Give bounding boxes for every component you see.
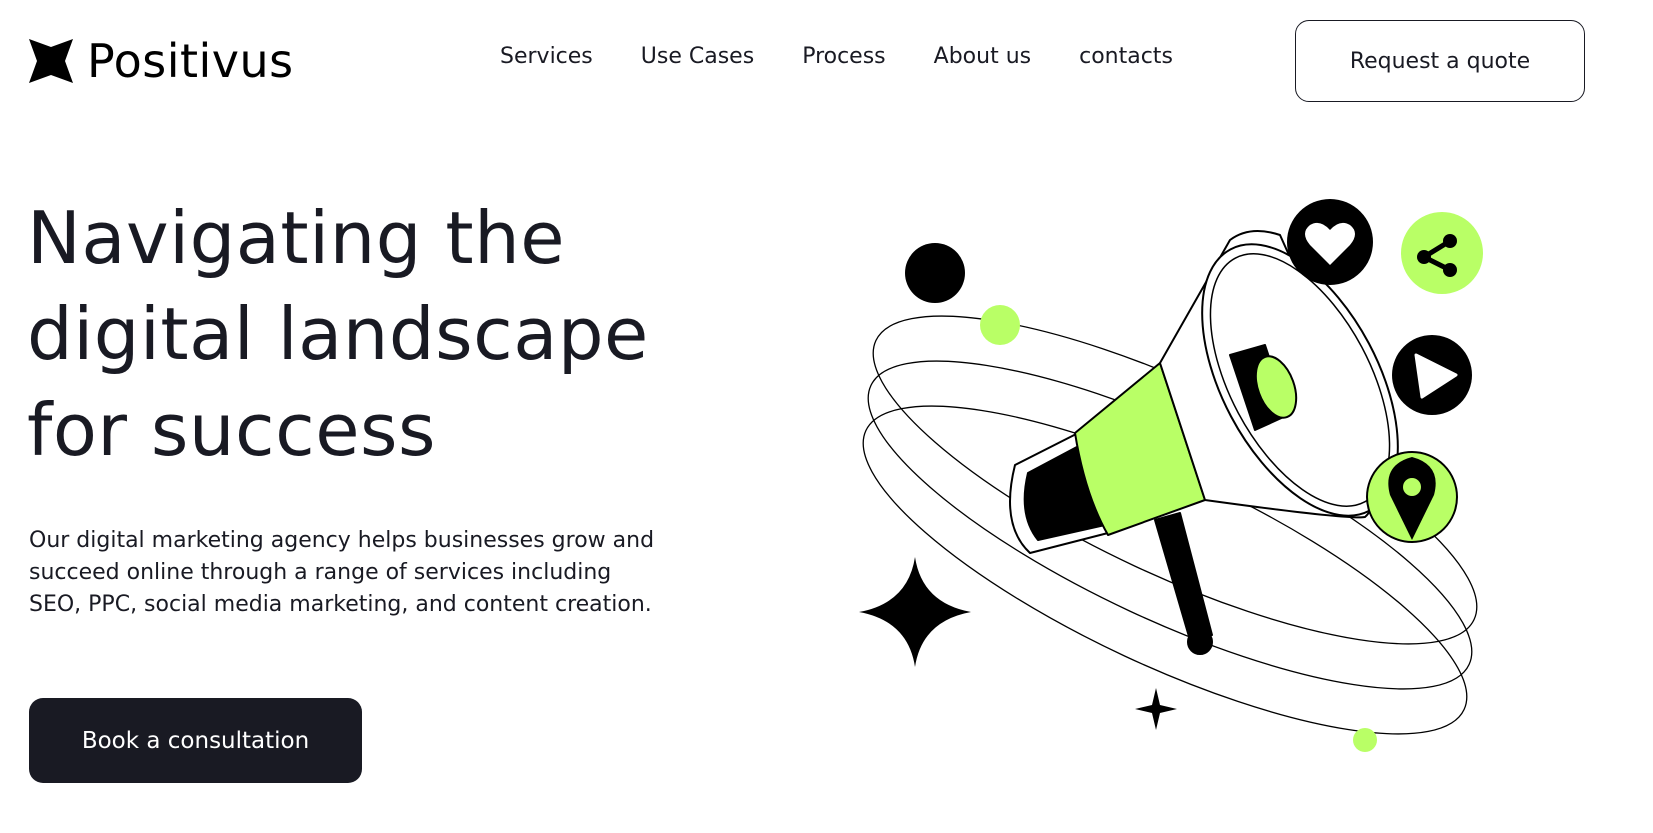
logo-star-icon — [29, 39, 73, 83]
hero-title: Navigating the digital landscape for suc… — [27, 190, 727, 478]
share-icon — [1401, 212, 1483, 294]
star-icon — [859, 557, 1177, 730]
nav-item-about-us[interactable]: About us — [934, 46, 1031, 68]
nav-item-contacts[interactable]: contacts — [1079, 46, 1173, 68]
logo[interactable]: Positivus — [29, 38, 294, 84]
small-green-dot — [1353, 728, 1377, 752]
play-icon — [1392, 335, 1472, 415]
hero-illustration — [859, 199, 1483, 752]
black-dot — [905, 243, 965, 303]
hero-title-line-1: Navigating the — [27, 196, 566, 280]
logo-text: Positivus — [87, 34, 294, 88]
hero-description: Our digital marketing agency helps busin… — [29, 528, 655, 617]
main-nav: Services Use Cases Process About us cont… — [500, 46, 1221, 68]
nav-item-use-cases[interactable]: Use Cases — [641, 46, 754, 68]
page: Positivus Services Use Cases Process Abo… — [0, 0, 1653, 833]
hero-title-line-3: for success — [27, 388, 437, 472]
green-dot — [980, 305, 1020, 345]
hero-title-line-2: digital landscape — [27, 292, 649, 376]
nav-item-process[interactable]: Process — [802, 46, 885, 68]
book-consultation-button[interactable]: Book a consultation — [29, 698, 362, 783]
nav-item-services[interactable]: Services — [500, 46, 593, 68]
heart-icon — [1287, 199, 1373, 285]
location-pin-icon — [1366, 451, 1458, 543]
megaphone-icon — [1009, 230, 1399, 655]
request-quote-button[interactable]: Request a quote — [1295, 20, 1585, 102]
